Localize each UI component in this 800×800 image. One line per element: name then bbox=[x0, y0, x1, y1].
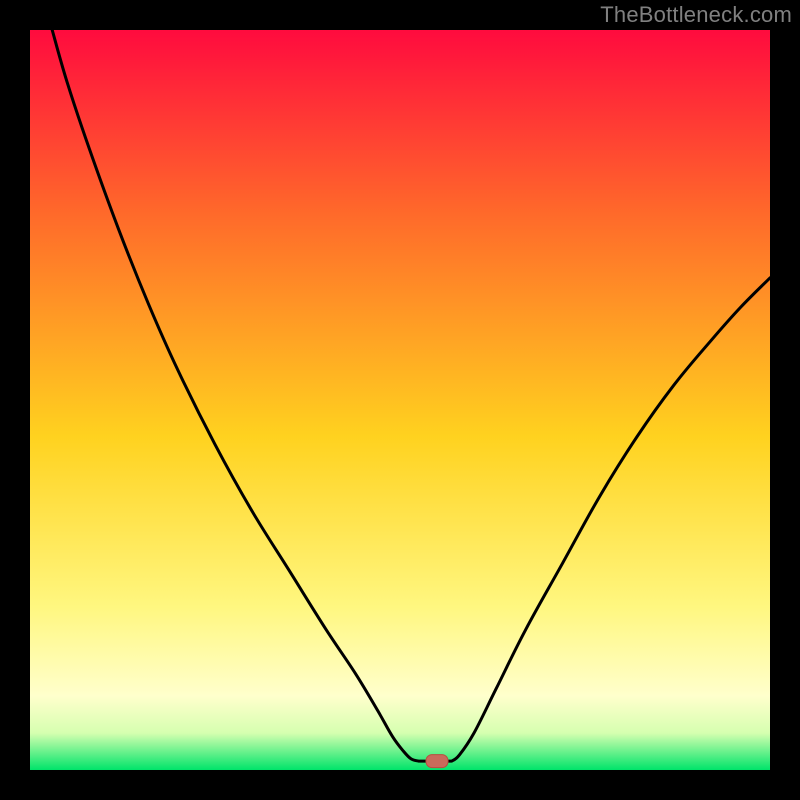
plot-area bbox=[30, 30, 770, 770]
watermark-text: TheBottleneck.com bbox=[600, 2, 792, 28]
chart-frame: TheBottleneck.com bbox=[0, 0, 800, 800]
plot-svg bbox=[30, 30, 770, 770]
gradient-background bbox=[30, 30, 770, 770]
optimal-marker bbox=[426, 755, 448, 768]
